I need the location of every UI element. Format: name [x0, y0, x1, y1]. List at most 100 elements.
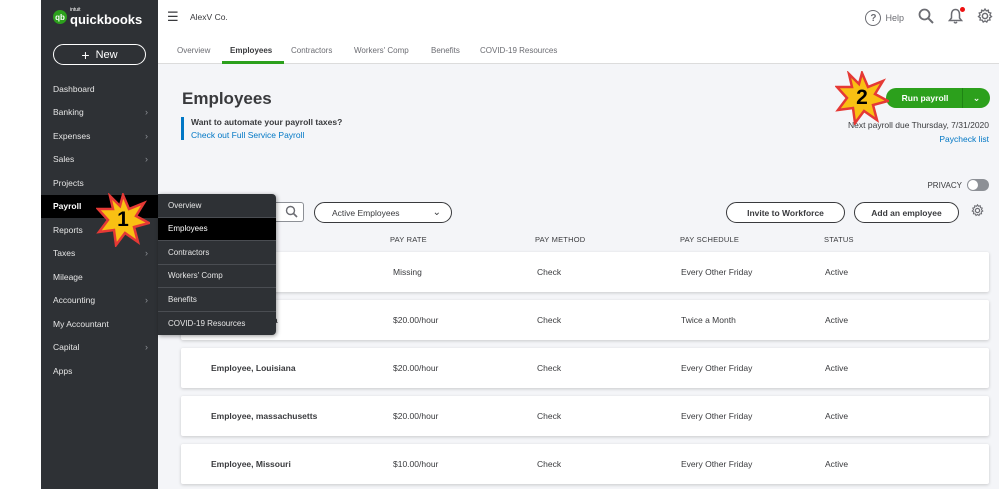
flyout-item-contractors[interactable]: Contractors: [158, 241, 276, 265]
employee-row[interactable]: Missing Check Every Other Friday Active: [181, 252, 989, 292]
column-header-pay-method[interactable]: PAY METHOD: [535, 235, 585, 244]
tab-overview[interactable]: Overview: [177, 46, 210, 55]
employee-row[interactable]: Employee, massachusetts $20.00/hour Chec…: [181, 396, 989, 436]
flyout-item-workers-comp[interactable]: Workers' Comp: [158, 265, 276, 288]
chevron-down-icon: ⌄: [432, 207, 441, 218]
privacy-label: PRIVACY: [927, 180, 962, 190]
sidebar-item-my-accountant[interactable]: My Accountant: [41, 312, 158, 336]
help-label: Help: [885, 13, 904, 23]
employee-name[interactable]: Employee, massachusetts: [211, 411, 317, 421]
table-settings-gear-icon[interactable]: [971, 203, 984, 220]
help-icon: ?: [865, 10, 882, 26]
employee-status: Active: [825, 363, 849, 373]
run-payroll-button[interactable]: Run payroll ⌄: [886, 88, 990, 108]
tab-workers-comp[interactable]: Workers' Comp: [354, 46, 409, 55]
employee-name[interactable]: Employee, Missouri: [211, 459, 291, 469]
tab-covid-19-resources[interactable]: COVID-19 Resources: [480, 46, 557, 55]
chevron-right-icon: ›: [145, 295, 148, 306]
automate-taxes-banner: Want to automate your payroll taxes? Che…: [181, 117, 361, 140]
callout-star-1: 1: [95, 191, 153, 249]
column-header-pay-rate[interactable]: PAY RATE: [390, 235, 427, 244]
sidebar-item-capital[interactable]: Capital ›: [41, 336, 158, 360]
full-service-payroll-link[interactable]: Check out Full Service Payroll: [191, 130, 361, 140]
new-button-label: New: [95, 48, 118, 61]
employee-status-filter[interactable]: Active Employees ⌄: [314, 202, 452, 223]
callout-number-2: 2: [856, 86, 868, 109]
automate-question: Want to automate your payroll taxes?: [191, 117, 343, 127]
bell-icon[interactable]: [947, 7, 965, 28]
employee-name[interactable]: Employee, Louisiana: [211, 363, 296, 373]
sidebar-item-accounting[interactable]: Accounting ›: [41, 289, 158, 313]
pay-method: Check: [537, 267, 562, 277]
employee-status: Active: [825, 411, 849, 421]
employee-status: Active: [825, 315, 849, 325]
employee-row[interactable]: ana $20.00/hour Check Twice a Month Acti…: [181, 300, 989, 340]
pay-schedule: Every Other Friday: [681, 459, 753, 469]
flyout-item-covid-19-resources[interactable]: COVID-19 Resources: [158, 312, 276, 336]
chevron-down-icon[interactable]: ⌄: [963, 93, 990, 104]
help-button[interactable]: ? Help: [865, 10, 904, 26]
pay-method: Check: [537, 315, 562, 325]
quickbooks-logo-icon: qb: [53, 10, 67, 24]
payroll-flyout-menu: Overview Employees Contractors Workers' …: [158, 194, 276, 335]
pay-schedule: Every Other Friday: [681, 267, 753, 277]
chevron-right-icon: ›: [145, 248, 148, 259]
callout-star-2: 2: [834, 69, 892, 127]
pay-schedule: Every Other Friday: [681, 411, 753, 421]
chevron-right-icon: ›: [145, 342, 148, 353]
employee-status: Active: [825, 267, 849, 277]
search-icon: [285, 205, 298, 221]
notification-dot: [960, 7, 965, 12]
chevron-right-icon: ›: [145, 130, 148, 141]
pay-schedule: Twice a Month: [681, 315, 736, 325]
privacy-toggle-group: PRIVACY: [927, 179, 989, 191]
chevron-right-icon: ›: [145, 154, 148, 165]
pay-rate: $20.00/hour: [393, 363, 439, 373]
column-header-pay-schedule[interactable]: PAY SCHEDULE: [680, 235, 739, 244]
employee-status: Active: [825, 459, 849, 469]
pay-method: Check: [537, 459, 562, 469]
paycheck-list-link[interactable]: Paycheck list: [939, 134, 989, 144]
sidebar-item-banking[interactable]: Banking ›: [41, 101, 158, 125]
sidebar-item-mileage[interactable]: Mileage: [41, 265, 158, 289]
run-payroll-label: Run payroll: [901, 93, 949, 103]
pay-method: Check: [537, 411, 562, 421]
sidebar-item-projects[interactable]: Projects: [41, 171, 158, 195]
pay-rate: $10.00/hour: [393, 459, 439, 469]
invite-to-workforce-button[interactable]: Invite to Workforce: [726, 202, 845, 223]
callout-number-1: 1: [117, 208, 129, 231]
pay-rate: $20.00/hour: [393, 315, 439, 325]
new-button[interactable]: + New: [53, 44, 146, 65]
page-title: Employees: [182, 89, 272, 108]
tab-contractors[interactable]: Contractors: [291, 46, 332, 55]
top-bar: ☰ AlexV Co. ? Help: [158, 0, 999, 34]
payroll-tabs: Overview Employees Contractors Workers' …: [158, 34, 999, 64]
tab-employees[interactable]: Employees: [230, 46, 272, 55]
chevron-right-icon: ›: [145, 107, 148, 118]
flyout-item-employees[interactable]: Employees: [158, 217, 276, 241]
sidebar-item-sales[interactable]: Sales ›: [41, 148, 158, 172]
employee-row[interactable]: Employee, Missouri $10.00/hour Check Eve…: [181, 444, 989, 484]
sidebar-item-apps[interactable]: Apps: [41, 359, 158, 383]
privacy-toggle[interactable]: [967, 179, 989, 191]
logo-quickbooks-text: quickbooks: [70, 12, 143, 27]
flyout-item-benefits[interactable]: Benefits: [158, 288, 276, 312]
gear-icon[interactable]: [977, 7, 993, 28]
sidebar-item-expenses[interactable]: Expenses ›: [41, 124, 158, 148]
search-icon[interactable]: [918, 8, 934, 28]
sidebar-item-dashboard[interactable]: Dashboard: [41, 77, 158, 101]
plus-icon: +: [81, 46, 90, 63]
company-name: AlexV Co.: [190, 12, 228, 22]
flyout-item-overview[interactable]: Overview: [158, 194, 276, 218]
add-employee-button[interactable]: Add an employee: [854, 202, 959, 223]
tab-benefits[interactable]: Benefits: [431, 46, 460, 55]
filter-value: Active Employees: [332, 207, 400, 218]
pay-rate: Missing: [393, 267, 422, 277]
hamburger-menu-icon[interactable]: ☰: [167, 9, 179, 25]
quickbooks-logo[interactable]: qb intuit quickbooks: [53, 8, 142, 26]
employee-row[interactable]: Employee, Louisiana $20.00/hour Check Ev…: [181, 348, 989, 388]
pay-rate: $20.00/hour: [393, 411, 439, 421]
pay-schedule: Every Other Friday: [681, 363, 753, 373]
pay-method: Check: [537, 363, 562, 373]
column-header-status[interactable]: STATUS: [824, 235, 854, 244]
